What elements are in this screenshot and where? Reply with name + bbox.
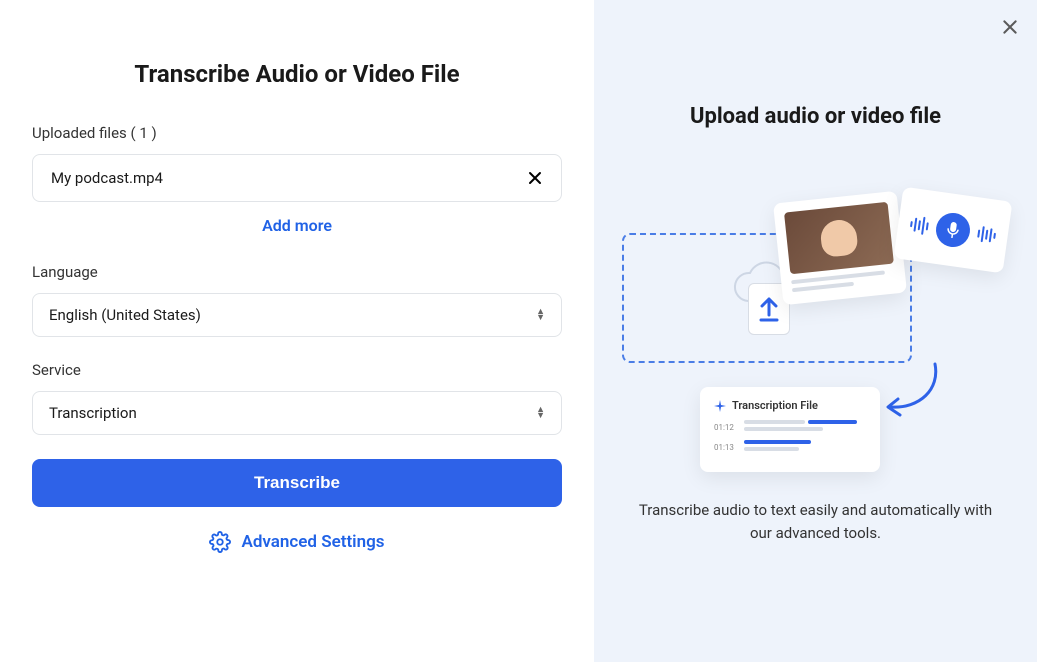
file-name: My podcast.mp4	[51, 169, 163, 187]
right-panel-description: Transcribe audio to text easily and auto…	[636, 499, 996, 544]
arrow-icon	[880, 359, 950, 429]
close-icon	[527, 170, 543, 186]
language-select[interactable]: English (United States) ▲▼	[32, 293, 562, 337]
transcribe-button[interactable]: Transcribe	[32, 459, 562, 507]
timestamp: 01:12	[714, 423, 736, 432]
language-value: English (United States)	[49, 306, 201, 324]
sparkle-icon	[714, 400, 726, 412]
audio-card-graphic	[894, 187, 1013, 274]
waveform-icon	[909, 215, 929, 235]
video-card-graphic	[773, 191, 907, 305]
updown-icon: ▲▼	[536, 309, 545, 321]
upload-arrow-icon	[758, 295, 780, 323]
page-title: Transcribe Audio or Video File	[32, 60, 562, 88]
service-select[interactable]: Transcription ▲▼	[32, 391, 562, 435]
add-more-button[interactable]: Add more	[32, 216, 562, 235]
transcript-card-graphic: Transcription File 01:12 01:13	[700, 387, 880, 472]
close-icon	[1001, 18, 1019, 36]
gear-icon	[209, 531, 231, 553]
language-label: Language	[32, 263, 562, 281]
uploaded-file-chip: My podcast.mp4	[32, 154, 562, 202]
waveform-icon	[977, 226, 997, 244]
close-button[interactable]	[1001, 18, 1019, 40]
timestamp: 01:13	[714, 443, 736, 452]
advanced-settings-button[interactable]: Advanced Settings	[32, 531, 562, 553]
uploaded-files-label: Uploaded files ( 1 )	[32, 124, 562, 142]
updown-icon: ▲▼	[536, 407, 545, 419]
service-label: Service	[32, 361, 562, 379]
right-panel-title: Upload audio or video file	[690, 104, 941, 129]
transcript-card-title: Transcription File	[732, 399, 818, 412]
remove-file-button[interactable]	[527, 170, 543, 186]
service-value: Transcription	[49, 404, 137, 422]
advanced-settings-label: Advanced Settings	[241, 532, 384, 552]
illustration: Transcription File 01:12 01:13	[618, 169, 1013, 469]
microphone-icon	[945, 220, 961, 240]
